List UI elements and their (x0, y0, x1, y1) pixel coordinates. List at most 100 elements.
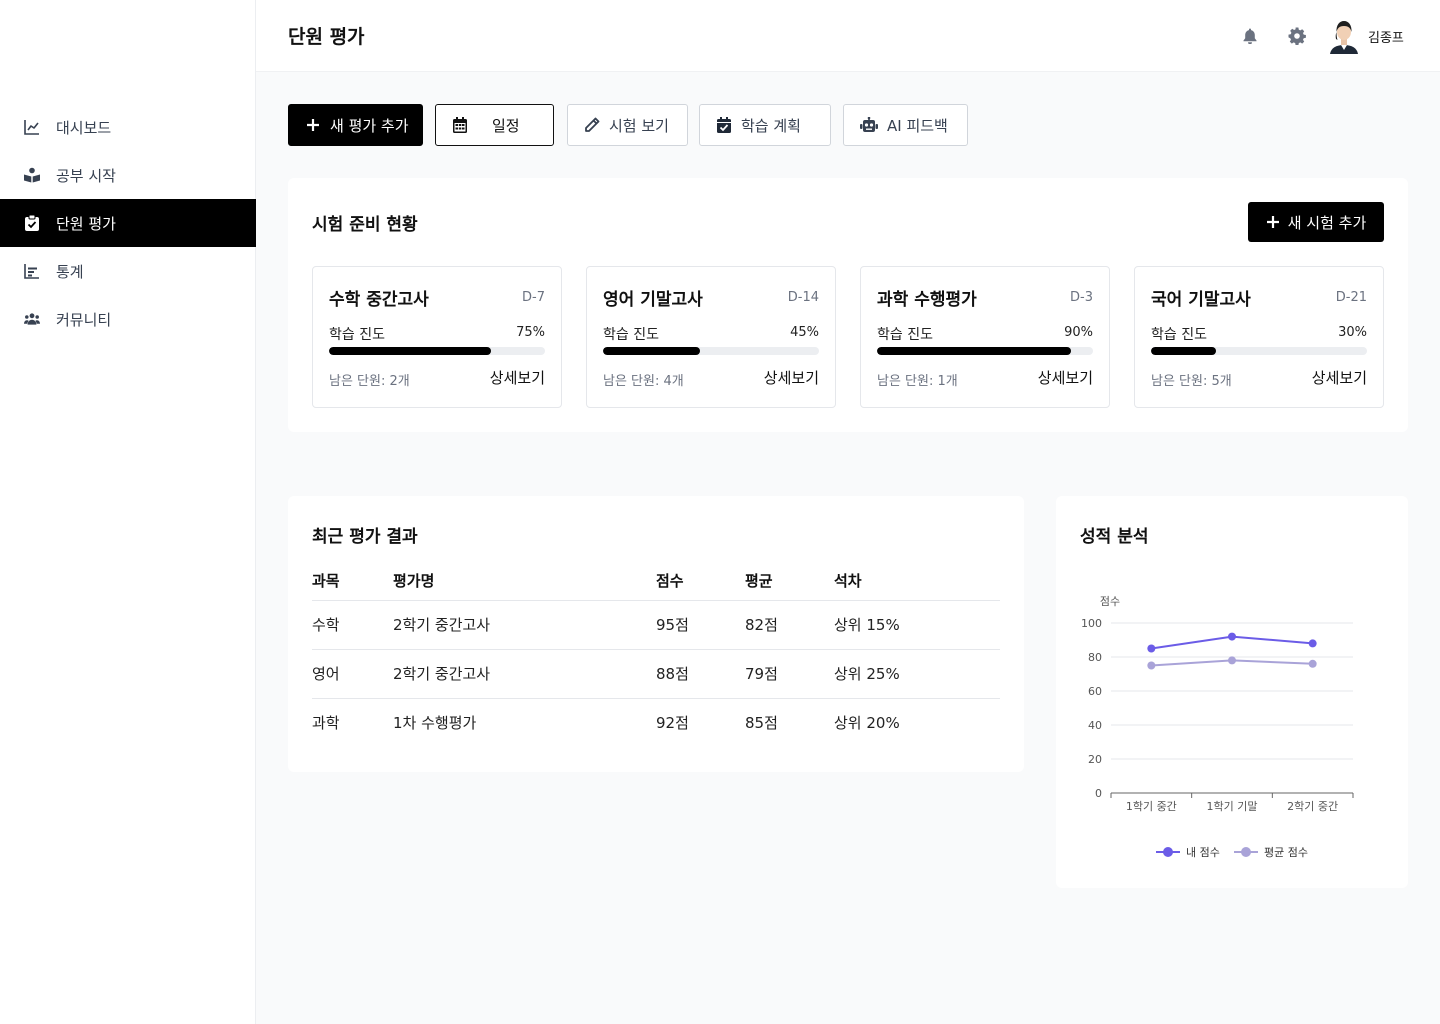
legend-label: 내 점수 (1186, 846, 1220, 859)
sidebar-item-community[interactable]: 커뮤니티 (0, 295, 256, 343)
exam-prep-panel: 시험 준비 현황 새 시험 추가 수학 중간고사 D-7 학습 진도 75% 남… (288, 178, 1408, 432)
sidebar: 대시보드 공부 시작 단원 평가 통계 커뮤니티 (0, 0, 256, 1024)
legend-swatch-dot (1241, 847, 1251, 857)
detail-link[interactable]: 상세보기 (1312, 367, 1367, 388)
sidebar-item-study[interactable]: 공부 시작 (0, 151, 256, 199)
progress-fill (329, 347, 491, 355)
exam-name: 과학 수행평가 (877, 290, 977, 310)
cell-score: 92점 (656, 714, 689, 733)
exam-prep-title: 시험 준비 현황 (312, 215, 418, 235)
cell-eval-name: 2학기 중간고사 (393, 600, 656, 650)
cell-eval-name: 2학기 중간고사 (393, 649, 656, 699)
cell-subject: 수학 (312, 600, 393, 650)
data-point (1308, 639, 1317, 648)
sidebar-item-label: 단원 평가 (56, 214, 116, 233)
detail-link[interactable]: 상세보기 (764, 367, 819, 388)
chart-line-icon (24, 119, 40, 135)
x-tick-label: 2학기 중간 (1287, 800, 1338, 813)
recent-results-title: 최근 평가 결과 (312, 527, 418, 547)
cell-rank: 상위 20% (834, 714, 900, 733)
bell-icon[interactable] (1240, 26, 1260, 46)
exam-card[interactable]: 과학 수행평가 D-3 학습 진도 90% 남은 단원: 1개 상세보기 (860, 266, 1110, 408)
cell-eval-name: 1차 수행평가 (393, 714, 477, 733)
progress-label: 학습 진도 (329, 327, 385, 343)
progress-fill (877, 347, 1072, 355)
cell-average: 85점 (745, 714, 778, 733)
table-row[interactable]: 수학 2학기 중간고사 95점 82점 상위 15% (312, 600, 1000, 650)
progress-label: 학습 진도 (603, 327, 659, 343)
gear-icon[interactable] (1287, 26, 1307, 46)
schedule-button[interactable]: 일정 (435, 104, 554, 146)
exam-dday: D-14 (787, 290, 819, 305)
cell-subject: 영어 (312, 649, 393, 699)
user-name[interactable]: 김종프 (1368, 27, 1404, 46)
exam-card[interactable]: 영어 기말고사 D-14 학습 진도 45% 남은 단원: 4개 상세보기 (586, 266, 836, 408)
users-icon (24, 311, 40, 327)
study-plan-button[interactable]: 학습 계획 (699, 104, 831, 146)
remaining-units: 남은 단원: 5개 (1151, 374, 1232, 389)
data-point (1147, 644, 1156, 653)
y-tick-label: 0 (1095, 787, 1102, 800)
column-header: 평균 (745, 562, 834, 601)
progress-value: 45% (790, 325, 819, 340)
progress-bar (1151, 347, 1367, 355)
bar-chart-icon (24, 263, 40, 279)
progress-label: 학습 진도 (877, 327, 933, 343)
data-point (1147, 661, 1156, 670)
table-header-row: 과목 평가명 점수 평균 석차 (312, 562, 1000, 601)
add-exam-button[interactable]: 새 시험 추가 (1248, 202, 1384, 242)
pencil-icon (584, 117, 600, 133)
x-tick-label: 1학기 중간 (1126, 800, 1177, 813)
clipboard-check-icon (24, 215, 40, 231)
column-header: 점수 (656, 562, 745, 601)
progress-bar (877, 347, 1093, 355)
progress-value: 90% (1064, 325, 1093, 340)
view-exam-button[interactable]: 시험 보기 (567, 104, 688, 146)
sidebar-item-statistics[interactable]: 통계 (0, 247, 256, 295)
column-header: 과목 (312, 562, 393, 601)
sidebar-item-unit-eval[interactable]: 단원 평가 (0, 199, 256, 247)
view-exam-label: 시험 보기 (609, 116, 669, 135)
sidebar-item-label: 커뮤니티 (56, 310, 112, 329)
progress-bar (329, 347, 545, 355)
book-reader-icon (24, 167, 40, 183)
calendar-icon (452, 117, 468, 133)
data-point (1308, 659, 1317, 668)
sidebar-item-dashboard[interactable]: 대시보드 (0, 103, 256, 151)
x-tick-label: 1학기 기말 (1207, 800, 1258, 813)
table-row[interactable]: 과학 1차 수행평가 92점 85점 상위 20% (312, 698, 1000, 747)
cell-average: 79점 (745, 649, 834, 699)
table-row[interactable]: 영어 2학기 중간고사 88점 79점 상위 25% (312, 649, 1000, 699)
score-line-chart: 점수 0 20 40 60 80 100 1학기 중간 1학기 기말 2학기 중간내 점수 평균 점… (1081, 595, 1354, 859)
exam-name: 영어 기말고사 (603, 290, 703, 310)
cell-score: 88점 (656, 649, 745, 699)
ai-feedback-button[interactable]: AI 피드백 (843, 104, 968, 146)
sidebar-item-label: 대시보드 (56, 118, 112, 137)
y-tick-label: 20 (1088, 753, 1102, 766)
add-evaluation-button[interactable]: 새 평가 추가 (288, 104, 423, 146)
cell-score: 95점 (656, 600, 745, 650)
progress-value: 30% (1338, 325, 1367, 340)
column-header: 석차 (834, 562, 1000, 601)
remaining-units: 남은 단원: 1개 (877, 374, 958, 389)
calendar-check-icon (716, 117, 732, 133)
column-header: 평가명 (393, 562, 656, 601)
sidebar-item-label: 공부 시작 (56, 166, 116, 185)
cell-rank: 상위 25% (834, 649, 1000, 699)
study-plan-label: 학습 계획 (741, 116, 801, 135)
plus-icon (1266, 215, 1280, 229)
detail-link[interactable]: 상세보기 (490, 367, 545, 388)
exam-card[interactable]: 수학 중간고사 D-7 학습 진도 75% 남은 단원: 2개 상세보기 (312, 266, 562, 408)
y-axis-label: 점수 (1100, 595, 1120, 608)
avatar[interactable] (1328, 18, 1360, 54)
exam-card[interactable]: 국어 기말고사 D-21 학습 진도 30% 남은 단원: 5개 상세보기 (1134, 266, 1384, 408)
analysis-panel: 성적 분석 점수 0 20 40 60 80 100 1학기 중간 1학기 기말 2학기 중간 내 … (1056, 496, 1408, 888)
cell-average: 82점 (745, 600, 834, 650)
y-tick-label: 100 (1081, 617, 1102, 630)
exam-dday: D-21 (1335, 290, 1367, 305)
exam-dday: D-3 (1070, 290, 1093, 305)
exam-dday: D-7 (522, 290, 545, 305)
progress-bar (603, 347, 819, 355)
detail-link[interactable]: 상세보기 (1038, 367, 1093, 388)
results-table: 과목 평가명 점수 평균 석차 수학 2학기 중간고사 95점 82점 상위 1… (312, 562, 1000, 747)
